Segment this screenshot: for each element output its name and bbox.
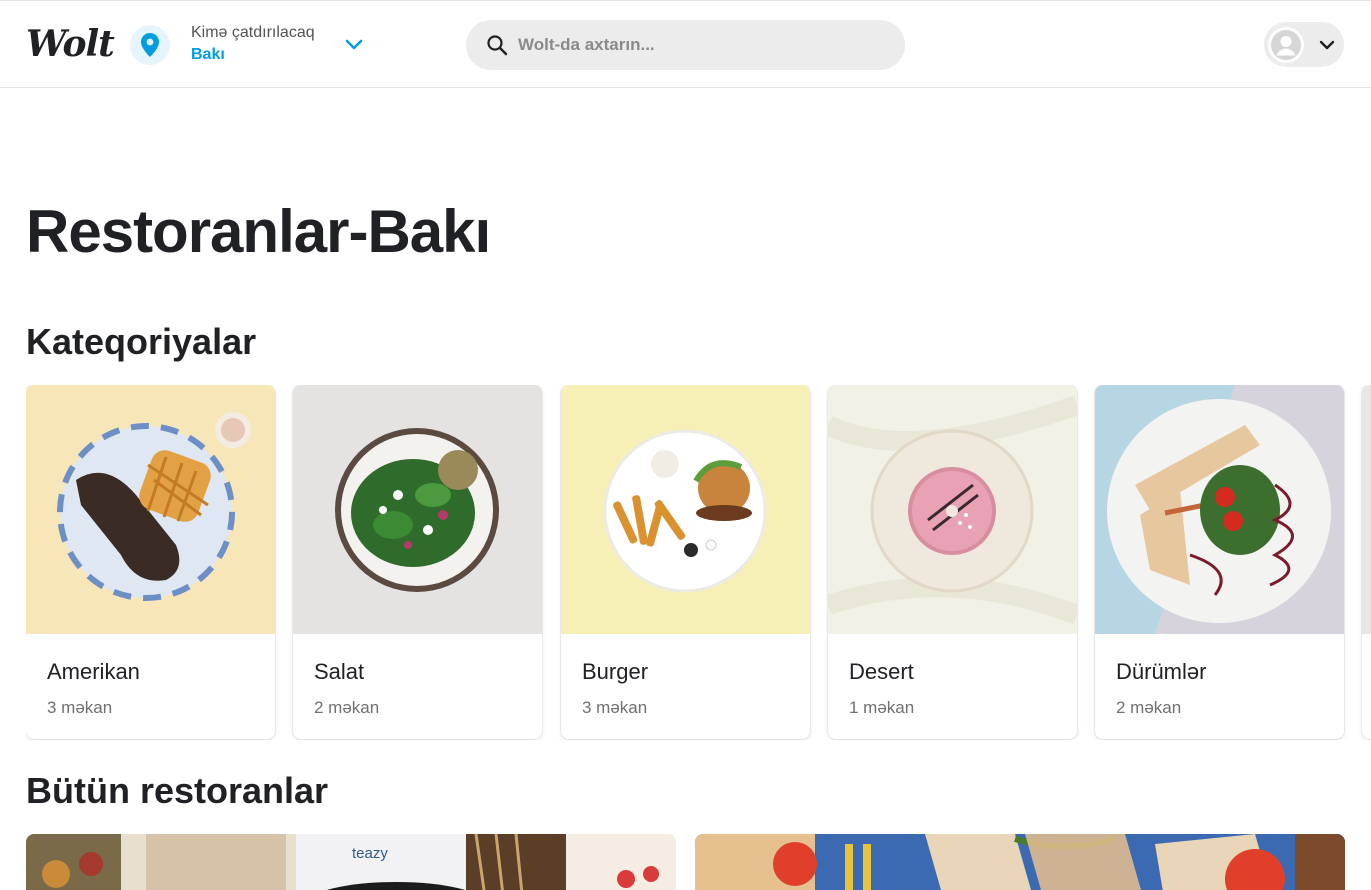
- search-input[interactable]: [518, 35, 878, 55]
- restaurant-card-text: teazy: [352, 845, 388, 862]
- restaurant-card[interactable]: teazy: [26, 834, 676, 890]
- category-image-amerikan: [26, 385, 275, 634]
- chevron-down-icon: [1319, 40, 1335, 49]
- wolt-logo[interactable]: Wolt: [26, 23, 115, 65]
- category-name: Burger: [582, 659, 649, 684]
- category-name: Dürümlər: [1116, 659, 1207, 684]
- delivery-location-city: Bakı: [191, 46, 225, 63]
- categories-heading: Kateqoriyalar: [26, 321, 257, 362]
- page-title: Restoranlar-Bakı: [26, 198, 491, 265]
- category-image-durumler: [1095, 385, 1344, 634]
- categories-carousel: Amerikan 3 məkan Salat 2 məkan Burger 3 …: [26, 385, 1371, 740]
- category-image-burger: [561, 385, 810, 634]
- chevron-down-icon[interactable]: [343, 33, 365, 55]
- restaurant-image: [695, 834, 1345, 890]
- category-card-desert[interactable]: Desert 1 məkan: [828, 385, 1077, 739]
- category-count: 3 məkan: [582, 698, 648, 717]
- restaurant-image: teazy: [26, 834, 676, 890]
- category-image-desert: [828, 385, 1077, 634]
- category-name: Salat: [314, 659, 365, 684]
- category-name: Amerikan: [47, 659, 140, 684]
- category-card-salat[interactable]: Salat 2 məkan: [293, 385, 542, 739]
- restaurant-card[interactable]: [695, 834, 1345, 890]
- category-card-burger[interactable]: Burger 3 məkan: [561, 385, 810, 739]
- delivery-location[interactable]: Kimə çatdırılacaq Bakı: [191, 23, 315, 67]
- all-restaurants-heading: Bütün restoranlar: [26, 770, 329, 811]
- category-count: 2 məkan: [1116, 698, 1182, 717]
- category-image-salat: [293, 385, 542, 634]
- category-card-next[interactable]: [1362, 385, 1371, 739]
- delivery-location-label: Kimə çatdırılacaq: [191, 24, 315, 41]
- category-count: 1 məkan: [849, 698, 915, 717]
- category-count: 2 məkan: [314, 698, 380, 717]
- category-image-next: [1362, 385, 1371, 634]
- search-bar[interactable]: [466, 20, 905, 70]
- category-card-amerikan[interactable]: Amerikan 3 məkan: [26, 385, 275, 739]
- location-pin-icon[interactable]: [130, 25, 170, 65]
- top-header: Wolt Kimə çatdırılacaq Bakı: [0, 0, 1371, 88]
- search-icon: [487, 35, 508, 56]
- category-name: Desert: [849, 659, 914, 684]
- category-count: 3 məkan: [47, 698, 113, 717]
- user-menu-button[interactable]: [1264, 22, 1344, 67]
- category-card-durumler[interactable]: Dürümlər 2 məkan: [1095, 385, 1344, 739]
- user-avatar-icon: [1268, 26, 1304, 63]
